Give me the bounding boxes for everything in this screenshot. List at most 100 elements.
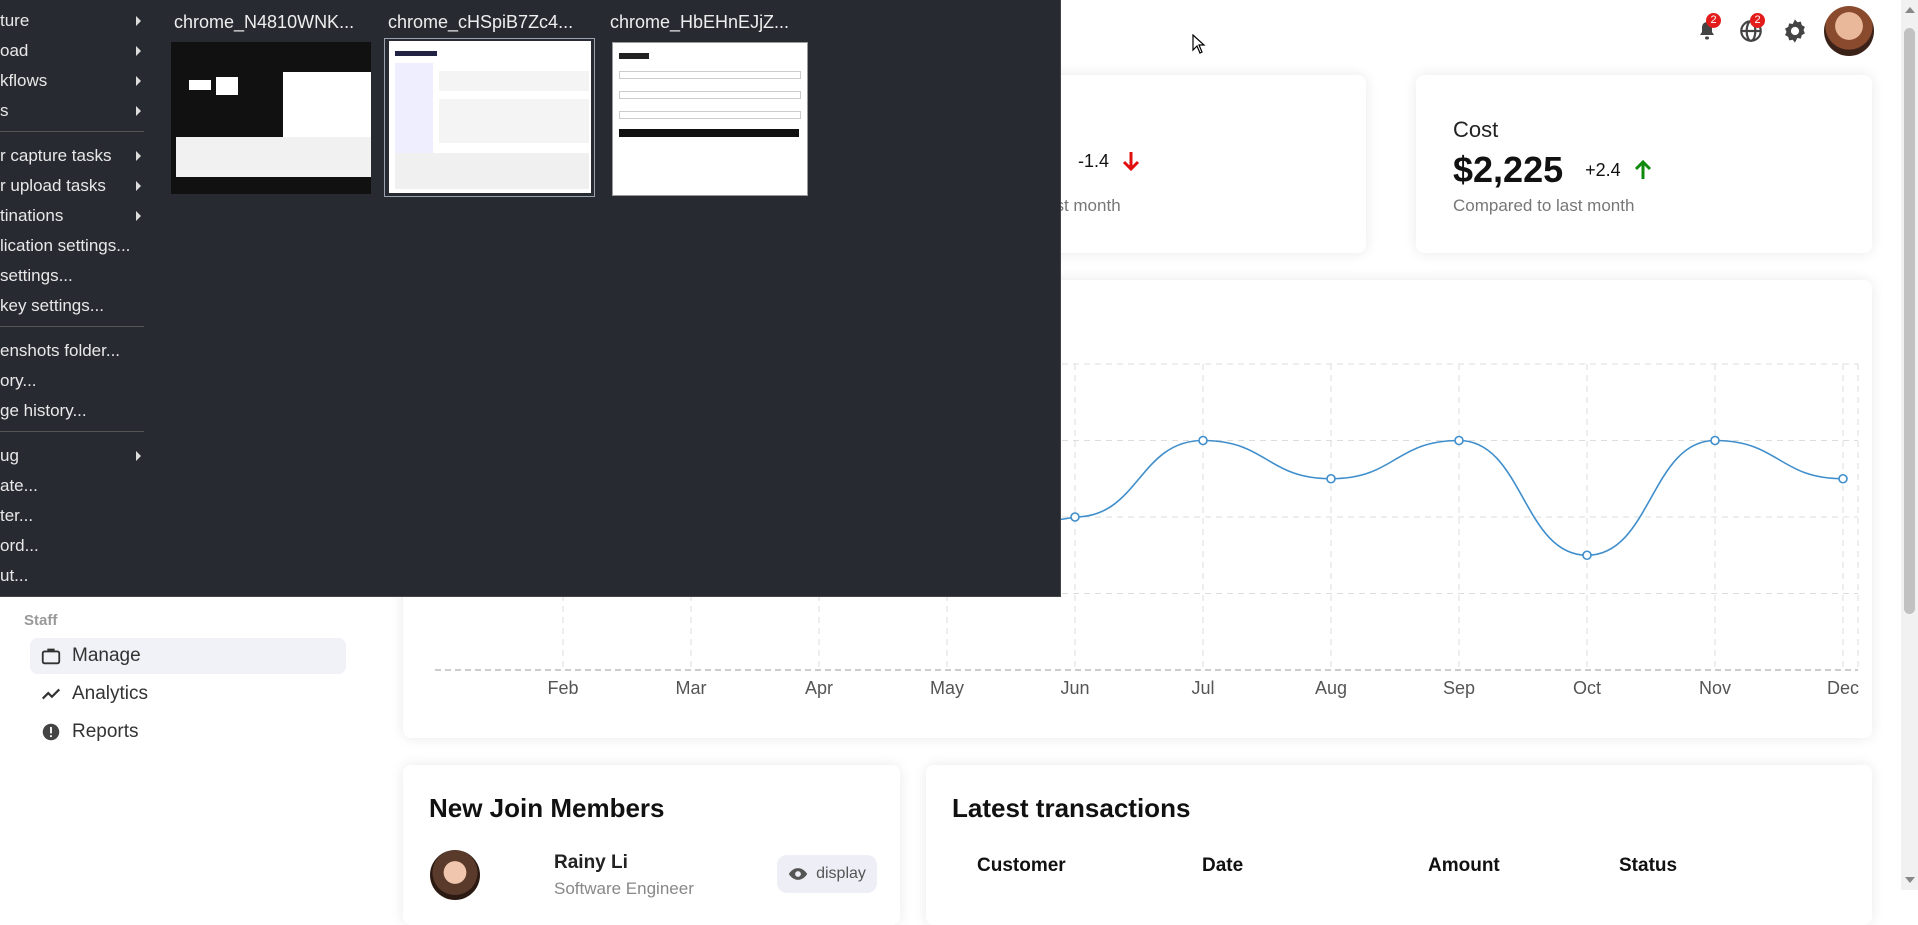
x-tick-label: Jun <box>1060 678 1089 698</box>
notifications-button[interactable]: 2 <box>1692 13 1722 46</box>
display-button-label: display <box>816 865 866 882</box>
eye-icon <box>788 868 808 880</box>
submenu-arrow-icon <box>136 211 141 221</box>
menu-item[interactable]: ory... <box>0 366 150 396</box>
menu-item-label: r capture tasks <box>0 146 112 165</box>
member-job: Software Engineer <box>554 879 694 898</box>
menu-item[interactable]: ord... <box>0 531 150 561</box>
menu-item[interactable]: ate... <box>0 471 150 501</box>
menu-item-label: ate... <box>0 476 38 495</box>
menu-item-label: enshots folder... <box>0 341 121 360</box>
preview-block <box>619 91 801 99</box>
menu-item-label: ug <box>0 446 19 465</box>
taskbar-overlay: ture oad kflows s r capture tasks r upload ta… <box>0 0 1061 597</box>
preview-block <box>619 129 799 137</box>
arrow-down-icon <box>1122 152 1140 172</box>
menu-item-label: ory... <box>0 371 37 390</box>
submenu-arrow-icon <box>136 181 141 191</box>
page-scrollbar[interactable] <box>1901 0 1918 890</box>
preview-block <box>216 77 238 95</box>
column-header-date: Date <box>1202 855 1244 876</box>
header-actions: 2 2 <box>1692 6 1874 56</box>
menu-item[interactable]: key settings... <box>0 291 150 321</box>
menu-item[interactable]: r upload tasks <box>0 171 150 201</box>
x-tick-label: Nov <box>1699 678 1731 698</box>
x-tick-label: Aug <box>1315 678 1347 698</box>
column-header-customer: Customer <box>977 855 1066 876</box>
x-tick-label: Mar <box>676 678 707 698</box>
alert-circle-icon <box>42 723 60 741</box>
window-thumbnail[interactable]: chrome_N4810WNK... <box>166 0 376 198</box>
preview-block <box>395 153 589 189</box>
window-title: chrome_HbEHnEJjZ... <box>610 12 790 32</box>
x-tick-label: Apr <box>805 678 833 698</box>
window-preview <box>612 42 808 196</box>
menu-item[interactable]: ter... <box>0 501 150 531</box>
stat-title: Cost <box>1453 117 1499 142</box>
sidebar-item-reports[interactable]: Reports <box>30 714 346 750</box>
x-tick-label: Feb <box>547 678 578 698</box>
scroll-down-arrow-icon[interactable] <box>1905 877 1915 883</box>
briefcase-icon <box>41 648 61 665</box>
window-thumbnail-selected[interactable] <box>384 38 595 197</box>
mouse-cursor-icon <box>1192 34 1206 54</box>
data-point <box>1710 435 1720 446</box>
sidebar-section-staff: Staff <box>24 612 58 629</box>
preview-block <box>176 137 371 177</box>
menu-item[interactable]: settings... <box>0 261 150 291</box>
submenu-arrow-icon <box>136 76 141 86</box>
gear-icon <box>1785 19 1805 43</box>
scroll-thumb[interactable] <box>1904 28 1915 614</box>
menu-item-label: ut... <box>0 566 29 585</box>
x-tick-label: Oct <box>1573 678 1601 698</box>
stat-subtitle: Compared to last month <box>1453 196 1635 215</box>
menu-item-label: kflows <box>0 71 48 90</box>
preview-block <box>619 53 649 59</box>
x-tick-label: Sep <box>1443 678 1475 698</box>
menu-separator <box>0 131 144 132</box>
menu-item[interactable]: lication settings... <box>0 231 150 261</box>
menu-item[interactable]: s <box>0 96 150 126</box>
data-point <box>1454 435 1464 446</box>
submenu-arrow-icon <box>136 451 141 461</box>
window-preview <box>171 42 371 194</box>
stat-row: -1.4 <box>1078 149 1143 173</box>
tray-context-menu: ture oad kflows s r capture tasks r upload ta… <box>0 0 150 596</box>
menu-item[interactable]: ge history... <box>0 396 150 426</box>
column-header-status: Status <box>1619 855 1678 876</box>
display-button[interactable]: display <box>777 855 877 893</box>
window-preview <box>389 41 591 193</box>
transactions-card: Latest transactions Customer Date Amount… <box>926 765 1872 925</box>
menu-item[interactable]: ture <box>0 6 150 36</box>
menu-item[interactable]: ut... <box>0 561 150 591</box>
menu-item-label: r upload tasks <box>0 176 106 195</box>
sidebar-item-analytics[interactable]: Analytics <box>30 676 346 712</box>
menu-item[interactable]: enshots folder... <box>0 336 150 366</box>
menu-item[interactable]: tinations <box>0 201 150 231</box>
menu-item[interactable]: kflows <box>0 66 150 96</box>
scroll-up-arrow-icon[interactable] <box>1905 7 1915 13</box>
menu-item[interactable]: ug <box>0 441 150 471</box>
series-line <box>946 439 1844 557</box>
menu-item[interactable]: r capture tasks <box>0 141 150 171</box>
language-button[interactable]: 2 <box>1736 13 1766 46</box>
notification-badge: 2 <box>1706 13 1721 28</box>
menu-item-label: settings... <box>0 266 73 285</box>
member-avatar <box>430 850 480 900</box>
menu-item-label: oad <box>0 41 29 60</box>
member-row: Rainy Li Software Engineer display <box>427 850 877 900</box>
data-point <box>1070 512 1080 522</box>
settings-button[interactable] <box>1780 16 1810 46</box>
menu-separator <box>0 326 144 327</box>
menu-item-label: ture <box>0 11 30 30</box>
user-avatar[interactable] <box>1824 6 1874 56</box>
sidebar-item-manage[interactable]: Manage <box>30 638 346 674</box>
data-point <box>1582 550 1592 561</box>
arrow-up-icon <box>1634 159 1651 179</box>
window-title: chrome_N4810WNK... <box>174 12 355 32</box>
stat-rate-value: +2.4 <box>1585 159 1621 180</box>
window-thumbnail[interactable]: chrome_HbEHnEJjZ... <box>602 0 812 198</box>
preview-block <box>619 71 801 79</box>
menu-item[interactable]: oad <box>0 36 150 66</box>
x-tick-label: Dec <box>1827 678 1859 698</box>
